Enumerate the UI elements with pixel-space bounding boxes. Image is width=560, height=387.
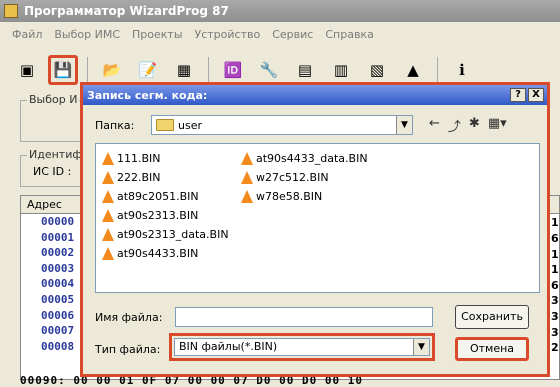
list-item[interactable]: at90s4433_data.BIN: [241, 152, 368, 165]
ic-id-label: ИС ID :: [33, 165, 72, 178]
id-icon[interactable]: 🆔: [218, 55, 248, 85]
menu-file[interactable]: Файл: [12, 28, 42, 41]
list-item[interactable]: at90s4433.BIN: [102, 247, 198, 260]
info-icon[interactable]: ℹ: [447, 55, 477, 85]
file-name: 222.BIN: [117, 171, 161, 184]
vlc-file-icon: [102, 190, 114, 203]
hex-right-digit: 6: [551, 279, 559, 292]
list-item[interactable]: w27c512.BIN: [241, 171, 329, 184]
prog-icon[interactable]: 🔧: [254, 55, 284, 85]
ident-group-label: Идентиф: [27, 148, 84, 161]
hex-right-digit: 2: [551, 341, 559, 354]
filetype-value: BIN файлы(*.BIN): [179, 340, 278, 353]
load-icon[interactable]: 📂: [97, 55, 127, 85]
hex-right-digit: 3: [551, 310, 559, 323]
filename-input[interactable]: [175, 307, 433, 327]
vlc-file-icon: [241, 171, 253, 184]
vlc-file-icon: [241, 152, 253, 165]
dialog-titlebar: Запись сегм. кода: ? X: [83, 85, 547, 105]
toolbar-separator: [87, 57, 88, 83]
filetype-select[interactable]: BIN файлы(*.BIN) ▼: [174, 338, 430, 356]
folder-label: Папка:: [95, 118, 135, 132]
file-name: 111.BIN: [117, 152, 161, 165]
hex-right-digit: 1: [551, 248, 559, 261]
hex-right-digit: 3: [551, 294, 559, 307]
menu-chip-select[interactable]: Выбор ИМС: [54, 28, 120, 41]
hex-right-digit: 3: [551, 326, 559, 339]
vlc-file-icon: [102, 209, 114, 222]
write-icon[interactable]: ▲: [398, 55, 428, 85]
menu-help[interactable]: Справка: [325, 28, 373, 41]
folder-row: Папка: user ▼ ← ⤴ ✱ ▦▾: [95, 115, 507, 135]
app-icon: [4, 4, 18, 18]
filename-label: Имя файла:: [95, 311, 163, 324]
new-folder-icon[interactable]: ✱: [469, 116, 480, 135]
menu-service[interactable]: Сервис: [272, 28, 313, 41]
open-icon[interactable]: ▣: [12, 55, 42, 85]
edit-icon[interactable]: 📝: [133, 55, 163, 85]
file-name: at90s2313_data.BIN: [117, 228, 229, 241]
menu-projects[interactable]: Проекты: [132, 28, 183, 41]
hex-right-digit: 1: [551, 263, 559, 276]
app-title: Программатор WizardProg 87: [24, 4, 229, 18]
save-button[interactable]: Сохранить: [455, 305, 529, 329]
up-folder-icon[interactable]: ⤴: [448, 116, 461, 135]
app-titlebar: Программатор WizardProg 87: [0, 0, 560, 22]
view-menu-icon[interactable]: ▦▾: [488, 116, 507, 135]
filetype-highlight: BIN файлы(*.BIN) ▼: [169, 333, 435, 361]
vlc-file-icon: [241, 190, 253, 203]
file-name: at90s4433.BIN: [117, 247, 199, 260]
chip-select-group-label: Выбор И: [27, 93, 80, 106]
help-button[interactable]: ?: [510, 88, 526, 102]
filetype-label: Тип файла:: [95, 343, 161, 356]
file-name: at90s2313.BIN: [117, 209, 199, 222]
calc-icon[interactable]: ▦: [169, 55, 199, 85]
file-name: w27c512.BIN: [256, 171, 329, 184]
vlc-file-icon: [102, 247, 114, 260]
read-icon[interactable]: ▥: [326, 55, 356, 85]
file-name: w78e58.BIN: [256, 190, 323, 203]
menubar: Файл Выбор ИМС Проекты Устройство Сервис…: [0, 22, 560, 46]
save-dialog: Запись сегм. кода: ? X Папка: user ▼ ← ⤴…: [80, 82, 550, 377]
list-item[interactable]: at90s2313.BIN: [102, 209, 198, 222]
toolbar-separator: [437, 57, 438, 83]
back-arrow-icon[interactable]: ←: [429, 116, 440, 135]
vlc-file-icon: [102, 228, 114, 241]
list-item[interactable]: at90s2313_data.BIN: [102, 228, 229, 241]
chevron-down-icon[interactable]: ▼: [396, 116, 412, 134]
folder-value: user: [178, 118, 202, 132]
dialog-title: Запись сегм. кода:: [87, 88, 208, 102]
file-name: at89c2051.BIN: [117, 190, 199, 203]
folder-select[interactable]: user ▼: [151, 115, 413, 135]
menu-device[interactable]: Устройство: [195, 28, 261, 41]
chip-icon[interactable]: ▤: [290, 55, 320, 85]
dialog-nav-icons: ← ⤴ ✱ ▦▾: [429, 116, 507, 135]
list-item[interactable]: 222.BIN: [102, 171, 161, 184]
list-item[interactable]: w78e58.BIN: [241, 190, 322, 203]
toolbar-separator: [208, 57, 209, 83]
file-name: at90s4433_data.BIN: [256, 152, 368, 165]
close-button[interactable]: X: [528, 88, 544, 102]
file-list[interactable]: 111.BIN 222.BIN at89c2051.BIN at90s2313.…: [95, 143, 540, 293]
vlc-file-icon: [102, 171, 114, 184]
hex-right-digit: 1: [551, 216, 559, 229]
save-icon[interactable]: 💾: [48, 55, 78, 85]
folder-icon: [156, 119, 174, 131]
cancel-button[interactable]: Отмена: [455, 337, 529, 361]
chevron-down-icon[interactable]: ▼: [413, 339, 429, 355]
vlc-file-icon: [102, 152, 114, 165]
list-item[interactable]: at89c2051.BIN: [102, 190, 199, 203]
hex-right-digit: 6: [551, 232, 559, 245]
verify-icon[interactable]: ▧: [362, 55, 392, 85]
list-item[interactable]: 111.BIN: [102, 152, 161, 165]
